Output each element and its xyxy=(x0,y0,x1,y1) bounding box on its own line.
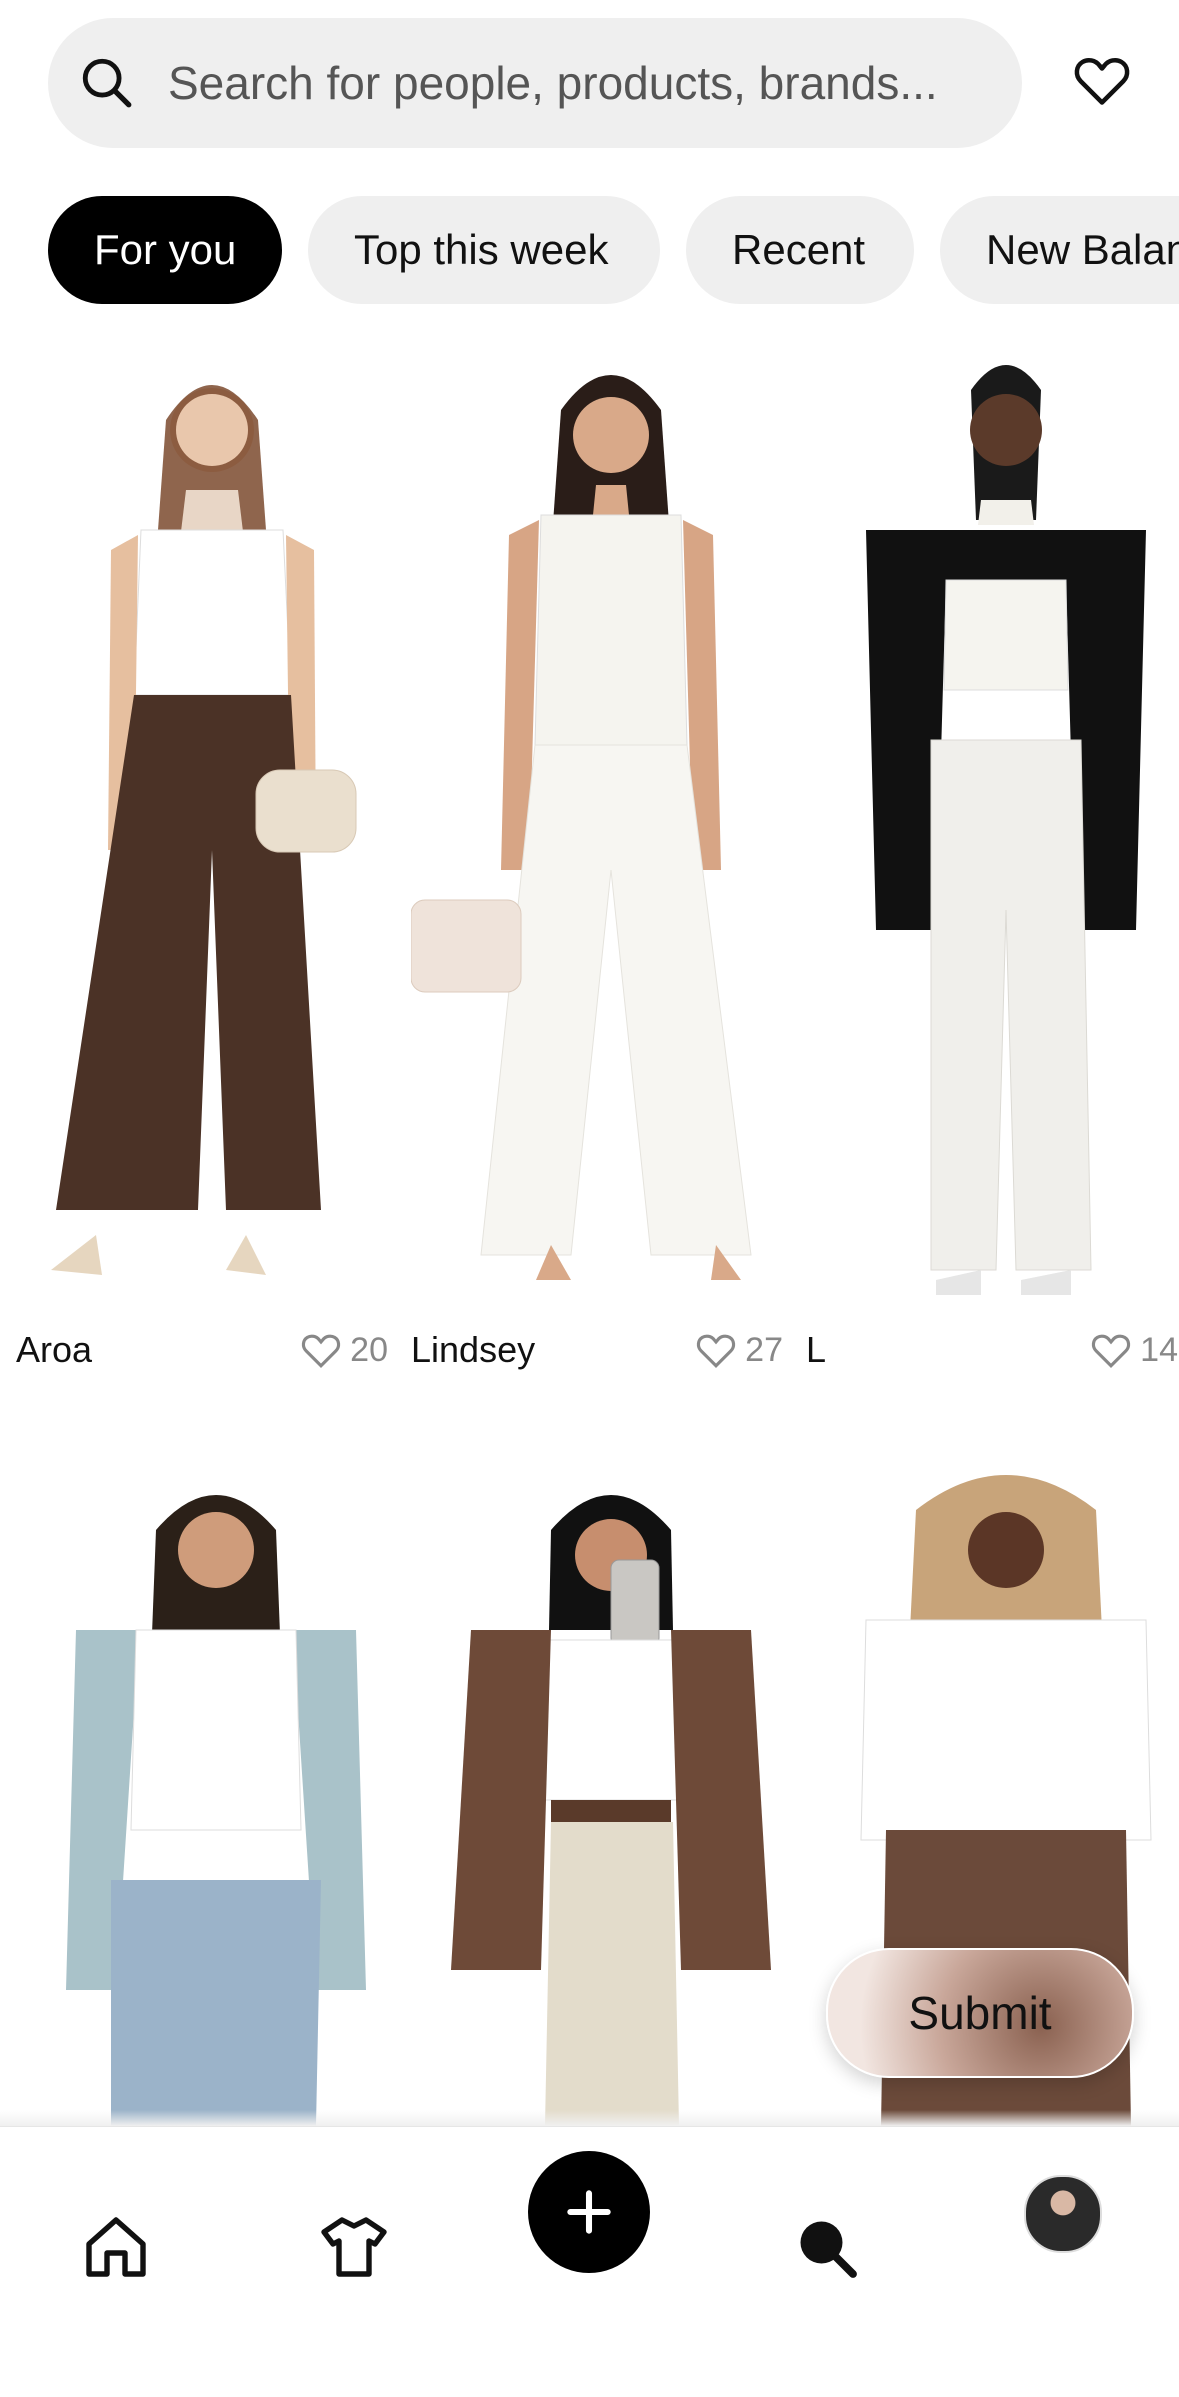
create-button[interactable] xyxy=(528,2151,650,2273)
likes[interactable]: 20 xyxy=(300,1330,388,1370)
shirt-icon[interactable] xyxy=(318,2211,390,2283)
outfit-photo xyxy=(451,1495,771,2126)
heart-icon[interactable] xyxy=(1090,1330,1132,1370)
bottom-nav xyxy=(0,2126,1179,2397)
like-count: 20 xyxy=(350,1330,388,1369)
search-bar[interactable]: Search for people, products, brands... xyxy=(48,18,1022,148)
favorites-heart-icon[interactable] xyxy=(1072,52,1132,108)
outfit-card[interactable] xyxy=(16,1470,408,2126)
chip-for-you[interactable]: For you xyxy=(48,196,282,304)
outfit-photo xyxy=(66,1495,366,2126)
outfit-photo xyxy=(51,385,357,1275)
chip-top-this-week[interactable]: Top this week xyxy=(308,196,660,304)
home-icon[interactable] xyxy=(80,2211,152,2283)
heart-icon[interactable] xyxy=(695,1330,737,1370)
likes[interactable]: 27 xyxy=(695,1330,783,1370)
card-meta: Aroa 20 xyxy=(16,1325,388,1375)
username[interactable]: Lindsey xyxy=(411,1329,535,1371)
like-count: 14 xyxy=(1140,1330,1178,1369)
card-meta: Lindsey 27 xyxy=(411,1325,783,1375)
scroll-fade xyxy=(0,2110,1179,2126)
submit-button[interactable]: Submit xyxy=(826,1948,1134,2078)
username[interactable]: L xyxy=(806,1329,826,1371)
likes[interactable]: 14 xyxy=(1090,1330,1178,1370)
plus-icon xyxy=(567,2190,611,2234)
username[interactable]: Aroa xyxy=(16,1329,92,1371)
search-icon[interactable] xyxy=(790,2211,862,2283)
search-input[interactable]: Search for people, products, brands... xyxy=(168,18,938,148)
outfit-photo xyxy=(866,365,1146,1295)
heart-icon[interactable] xyxy=(300,1330,342,1370)
chip-recent[interactable]: Recent xyxy=(686,196,914,304)
chip-new-balance[interactable]: New Balance xyxy=(940,196,1179,304)
search-icon xyxy=(82,58,132,108)
avatar[interactable] xyxy=(1024,2175,1102,2253)
filter-chips: For you Top this week Recent New Balance xyxy=(48,196,1179,306)
card-meta: L 14 xyxy=(806,1325,1178,1375)
like-count: 27 xyxy=(745,1330,783,1369)
outfit-card[interactable] xyxy=(411,1470,803,2126)
outfit-photo xyxy=(411,375,752,1280)
